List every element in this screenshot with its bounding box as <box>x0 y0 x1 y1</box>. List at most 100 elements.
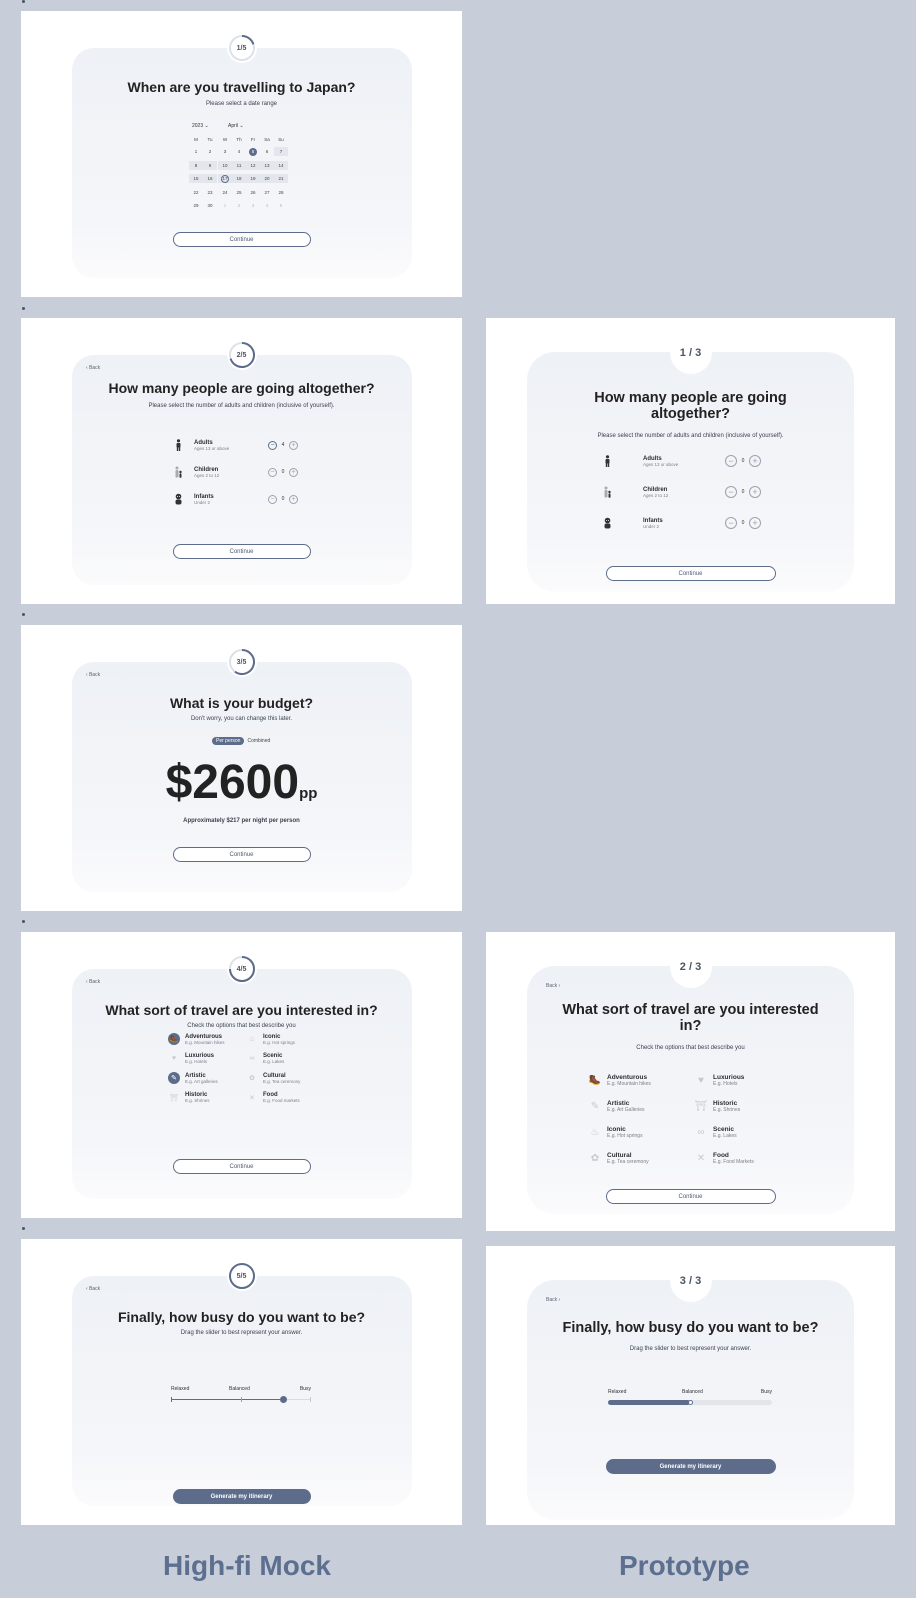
calendar-day[interactable]: 4 <box>232 147 246 156</box>
counter-value: 4 <box>281 442 285 448</box>
slider-thumb[interactable] <box>279 1396 287 1403</box>
travel-option[interactable]: 🥾 Adventurous E.g. Mountain hikes <box>588 1073 651 1087</box>
calendar-day[interactable]: 25 <box>232 188 246 197</box>
heart-icon: ♥ <box>171 1055 177 1062</box>
calendar-day[interactable]: 26 <box>246 188 260 197</box>
calendar-day[interactable]: 8 <box>189 160 203 170</box>
page-title: What is your budget? <box>169 695 314 711</box>
per-person-toggle[interactable]: Per person <box>212 737 245 745</box>
counter-row: Children Ages 2 to 12−0 + <box>601 486 781 498</box>
back-link[interactable]: ‹ Back <box>86 979 100 985</box>
counter-row: Infants Under 2−0 + <box>172 493 312 505</box>
calendar-day[interactable]: 9 <box>203 160 217 170</box>
minus-button[interactable]: − <box>725 486 737 498</box>
calendar-day[interactable]: 5 <box>246 147 260 156</box>
option-label: Luxurious E.g. Hotels <box>185 1053 214 1064</box>
calendar-day[interactable]: 4 <box>260 201 274 210</box>
busy-slider[interactable]: Relaxed Balanced Busy <box>608 1389 772 1409</box>
travel-option[interactable]: ✕ Food E.g. Food Markets <box>694 1151 754 1165</box>
frame-marker <box>22 307 25 310</box>
counter-subtitle: Ages 2 to 12 <box>643 492 669 498</box>
minus-button[interactable]: − <box>268 440 277 450</box>
year-select[interactable]: 2023 ⌄ <box>192 123 209 129</box>
plus-button[interactable]: + <box>289 494 298 504</box>
progress-badge: 2 / 3 <box>669 946 712 988</box>
budget-amount[interactable]: $2600pp <box>21 755 462 810</box>
travel-option[interactable]: ♥ Luxurious E.g. Hotels <box>694 1073 744 1087</box>
minus-button[interactable]: − <box>268 467 277 477</box>
calendar-day[interactable]: 20 <box>260 174 274 184</box>
travel-option[interactable]: ⛩ Historic E.g. Shrines <box>168 1092 210 1104</box>
generate-itinerary-button[interactable]: Generate my itinerary <box>605 1459 776 1474</box>
calendar-day[interactable]: 13 <box>260 160 274 170</box>
calendar-day[interactable]: 19 <box>246 174 260 184</box>
plus-button[interactable]: + <box>749 486 761 498</box>
calendar-day[interactable]: 3 <box>246 201 260 210</box>
travel-option[interactable]: ✿ Cultural E.g. Tea ceremony <box>246 1072 300 1084</box>
calendar-day[interactable]: 1 <box>218 201 232 210</box>
slider-thumb[interactable] <box>687 1400 693 1405</box>
calendar-day[interactable]: 2 <box>232 201 246 210</box>
continue-button[interactable]: Continue <box>172 847 311 862</box>
calendar-day[interactable]: 6 <box>260 147 274 156</box>
travel-option[interactable]: ∞ Scenic E.g. Lakes <box>246 1053 285 1065</box>
travel-option[interactable]: ✎ Artistic E.g. Art galleries <box>168 1072 218 1084</box>
combined-toggle[interactable]: Combined <box>247 738 270 744</box>
page-subtitle: Drag the slider to best represent your a… <box>629 1346 752 1352</box>
plus-button[interactable]: + <box>749 455 761 467</box>
month-select[interactable]: April ⌄ <box>228 123 244 129</box>
travel-option[interactable]: ♨ Iconic E.g. Hot springs <box>246 1033 295 1045</box>
generate-itinerary-button[interactable]: Generate my itinerary <box>172 1489 311 1504</box>
plus-button[interactable]: + <box>289 440 298 450</box>
calendar-day[interactable]: 16 <box>203 174 217 184</box>
travel-option[interactable]: 🥾 Adventurous E.g. Mountain hikes <box>168 1033 225 1045</box>
calendar-day[interactable]: 17 <box>218 174 232 184</box>
travel-option[interactable]: ✕ Food E.g. Food markets <box>246 1092 300 1104</box>
counter-label: Adults Ages 13 or above <box>194 440 268 451</box>
calendar-day[interactable]: 18 <box>232 174 246 184</box>
plus-button[interactable]: + <box>749 517 761 529</box>
calendar-day[interactable]: 22 <box>189 188 203 197</box>
travel-option[interactable]: ♨ Iconic E.g. Hot springs <box>588 1125 643 1139</box>
calendar-day[interactable]: 12 <box>246 160 260 170</box>
calendar-day[interactable]: 1 <box>189 147 203 156</box>
minus-button[interactable]: − <box>725 517 737 529</box>
minus-button[interactable]: − <box>268 494 277 504</box>
calendar-day[interactable]: 28 <box>274 188 288 197</box>
calendar-day[interactable]: 7 <box>274 147 288 156</box>
back-link[interactable]: ‹ Back <box>86 365 100 371</box>
back-link[interactable]: Back › <box>546 983 560 989</box>
adult-icon <box>601 455 613 467</box>
continue-button[interactable]: Continue <box>605 1189 776 1204</box>
back-link[interactable]: Back › <box>546 1297 560 1303</box>
plus-button[interactable]: + <box>289 467 298 477</box>
continue-button[interactable]: Continue <box>605 566 776 581</box>
travel-option[interactable]: ♥ Luxurious E.g. Hotels <box>168 1053 214 1065</box>
calendar-day[interactable]: 2 <box>203 147 217 156</box>
calendar-day[interactable]: 29 <box>189 201 203 210</box>
back-link[interactable]: ‹ Back <box>86 1286 100 1292</box>
proto-busy-frame: 3 / 3 Back › Finally, how busy do you wa… <box>486 1246 895 1525</box>
continue-button[interactable]: Continue <box>172 1159 311 1174</box>
travel-option[interactable]: ⛩ Historic E.g. Shrines <box>694 1099 741 1113</box>
travel-option[interactable]: ✎ Artistic E.g. Art Galleries <box>588 1099 645 1113</box>
calendar-day[interactable]: 21 <box>274 174 288 184</box>
calendar-day[interactable]: 3 <box>218 147 232 156</box>
calendar-day[interactable]: 30 <box>203 201 217 210</box>
calendar-day[interactable]: 15 <box>189 174 203 184</box>
travel-option[interactable]: ∞ Scenic E.g. Lakes <box>694 1125 736 1139</box>
calendar-day[interactable]: 11 <box>232 160 246 170</box>
continue-button[interactable]: Continue <box>172 232 311 247</box>
travel-option[interactable]: ✿ Cultural E.g. Tea ceremony <box>588 1151 649 1165</box>
busy-slider[interactable]: Relaxed Balanced Busy <box>171 1386 311 1406</box>
slider-tick <box>241 1397 242 1402</box>
continue-button[interactable]: Continue <box>172 544 311 559</box>
calendar-day[interactable]: 14 <box>274 160 288 170</box>
calendar-day[interactable]: 27 <box>260 188 274 197</box>
minus-button[interactable]: − <box>725 455 737 467</box>
back-link[interactable]: ‹ Back <box>86 672 100 678</box>
calendar-day[interactable]: 5 <box>274 201 288 210</box>
calendar-day[interactable]: 10 <box>218 160 232 170</box>
calendar-day[interactable]: 24 <box>218 188 232 197</box>
calendar-day[interactable]: 23 <box>203 188 217 197</box>
